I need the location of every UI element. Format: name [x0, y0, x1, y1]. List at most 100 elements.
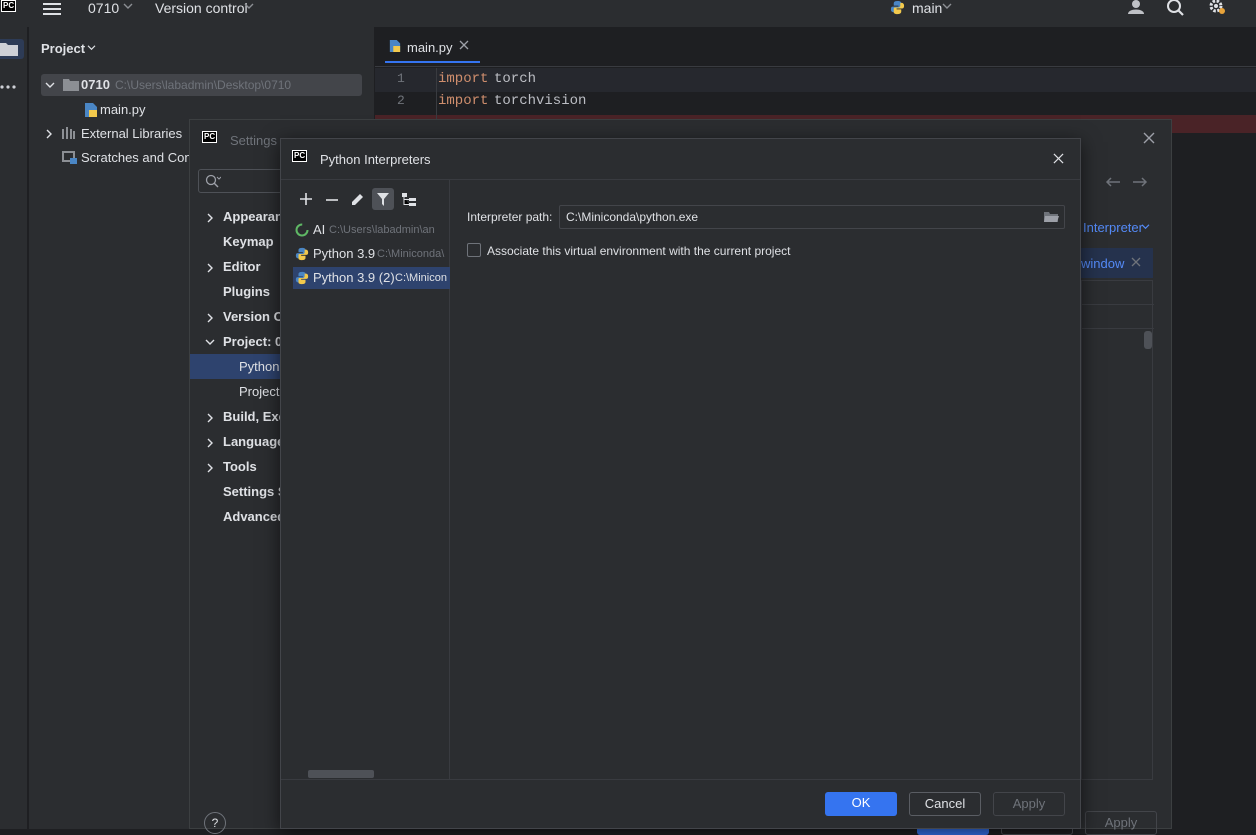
code-text: torchvision [494, 93, 587, 109]
chevron-right-icon[interactable] [45, 129, 53, 139]
packages-table [1081, 280, 1154, 780]
project-widget[interactable]: 0710 [88, 0, 119, 16]
settings-nav-tools[interactable]: Tools [190, 454, 281, 479]
filter-icon[interactable] [372, 188, 394, 210]
interpreter-path: C:\Minicon [395, 272, 447, 284]
apply-button[interactable]: Apply [993, 792, 1065, 816]
associate-checkbox[interactable] [467, 243, 481, 257]
info-banner: window [1081, 248, 1153, 278]
close-icon[interactable] [1131, 257, 1141, 267]
interpreter-item-python39[interactable]: Python 3.9 C:\Miniconda\ [293, 243, 449, 265]
editor-tab-main[interactable]: main.py [385, 37, 480, 63]
pycharm-logo: PC [1, 0, 17, 12]
tree-icon[interactable] [402, 193, 416, 206]
code-keyword: import [438, 93, 489, 109]
code-text: torch [494, 71, 537, 87]
scratches-icon [62, 151, 77, 164]
more-icon[interactable] [0, 85, 16, 89]
settings-nav-keymap[interactable]: Keymap [190, 229, 281, 254]
settings-nav-label: Tools [223, 459, 257, 474]
settings-nav-version-control[interactable]: Version Control [190, 304, 320, 329]
python-interpreters-dialog: PC Python Interpreters AI C:\Users\labad… [280, 138, 1081, 829]
associate-label[interactable]: Associate this virtual environment with … [487, 244, 790, 258]
pycharm-logo: PC [202, 131, 218, 143]
chevron-down-icon[interactable] [45, 81, 55, 89]
settings-nav-plugins[interactable]: Plugins [190, 279, 281, 304]
line-number: 1 [397, 71, 405, 86]
tool-window-stripe [0, 27, 28, 829]
close-icon[interactable] [1143, 132, 1155, 144]
python-icon [295, 247, 309, 261]
add-icon[interactable] [300, 193, 312, 205]
hamburger-icon[interactable] [42, 1, 62, 15]
gear-icon[interactable] [1207, 0, 1225, 14]
settings-nav-advanced[interactable]: Advanced Settings [190, 504, 340, 529]
settings-apply-button[interactable]: Apply [1085, 811, 1157, 835]
chevron-right-icon [206, 438, 214, 448]
edit-icon[interactable] [351, 193, 364, 206]
tree-file-name: main.py [100, 102, 146, 117]
interpreter-item-python39-2[interactable]: Python 3.9 (2) C:\Minicon [293, 267, 450, 289]
settings-nav-editor[interactable]: Editor [190, 254, 281, 279]
interpreter-path-field[interactable]: C:\Miniconda\python.exe [559, 205, 1065, 229]
interpreter-path-label: Interpreter path: [467, 210, 553, 224]
user-icon[interactable] [1126, 0, 1146, 14]
interpreter-dropdown[interactable]: Interpreter [1083, 220, 1143, 235]
remove-icon[interactable] [326, 199, 338, 201]
interpreter-list-pane: AI C:\Users\labadmin\an Python 3.9 C:\Mi… [281, 180, 450, 780]
settings-nav-project[interactable]: Project: 0710 [190, 329, 304, 354]
settings-nav-label: Keymap [223, 234, 274, 249]
chevron-down-icon [244, 2, 254, 10]
loading-icon [295, 223, 309, 237]
settings-nav-project-structure[interactable]: Project Structure [190, 379, 336, 404]
settings-nav-settings-sync[interactable]: Settings Sync [190, 479, 309, 504]
chevron-down-icon [123, 2, 133, 10]
table-divider [1082, 304, 1154, 305]
scrollbar-thumb[interactable] [1144, 331, 1152, 349]
chevron-down-icon [205, 338, 215, 346]
chevron-right-icon [206, 413, 214, 423]
horizontal-scrollbar-thumb[interactable] [308, 770, 374, 778]
search-icon[interactable] [1166, 0, 1186, 16]
code-keyword: import [438, 71, 489, 87]
folder-browse-icon[interactable] [1044, 211, 1059, 223]
chevron-down-icon [87, 44, 96, 51]
interpreter-item-ai[interactable]: AI C:\Users\labadmin\an [293, 219, 449, 241]
interpreter-name: Python 3.9 [313, 246, 376, 261]
settings-nav-languages[interactable]: Languages & Frameworks [190, 429, 385, 454]
tree-external-libraries: External Libraries [81, 126, 183, 141]
folder-icon[interactable] [0, 41, 18, 57]
close-icon[interactable] [1053, 153, 1064, 164]
window-link[interactable]: window [1081, 256, 1124, 271]
python-file-icon [389, 39, 401, 53]
library-icon [62, 127, 76, 139]
settings-nav-build[interactable]: Build, Execution, Deployment [190, 404, 406, 429]
tree-row-root[interactable]: 0710 C:\Users\labadmin\Desktop\0710 [41, 74, 362, 96]
dialog-title: Python Interpreters [320, 152, 431, 167]
chevron-right-icon [206, 313, 214, 323]
editor-tab-bar: main.py [375, 27, 1256, 67]
run-config-widget[interactable]: main [912, 0, 942, 16]
settings-nav-label: Plugins [223, 284, 270, 299]
close-icon[interactable] [459, 40, 469, 50]
title-bar: PC 0710 Version control main [0, 0, 1256, 27]
editor-tab-label: main.py [407, 40, 453, 55]
cancel-button[interactable]: Cancel [909, 792, 981, 816]
pycharm-logo: PC [292, 150, 308, 162]
table-divider [1082, 328, 1154, 329]
chevron-right-icon [206, 463, 214, 473]
settings-nav-python-interpreter[interactable]: Python Interpreter [190, 354, 343, 379]
vcs-widget[interactable]: Version control [155, 0, 248, 16]
settings-search-input[interactable] [198, 169, 288, 193]
python-icon [295, 271, 309, 285]
interpreter-path: C:\Miniconda\ [377, 248, 445, 260]
chevron-down-icon [942, 2, 952, 10]
tree-root-name: 0710 [81, 77, 110, 92]
settings-nav-label: Editor [223, 259, 261, 274]
back-arrow-icon[interactable] [1105, 176, 1121, 188]
ok-button[interactable]: OK [825, 792, 897, 816]
help-button[interactable]: ? [204, 812, 226, 834]
project-panel-title[interactable]: Project [41, 41, 85, 56]
forward-arrow-icon[interactable] [1132, 176, 1148, 188]
settings-nav-appearance[interactable]: Appearance [190, 204, 297, 229]
